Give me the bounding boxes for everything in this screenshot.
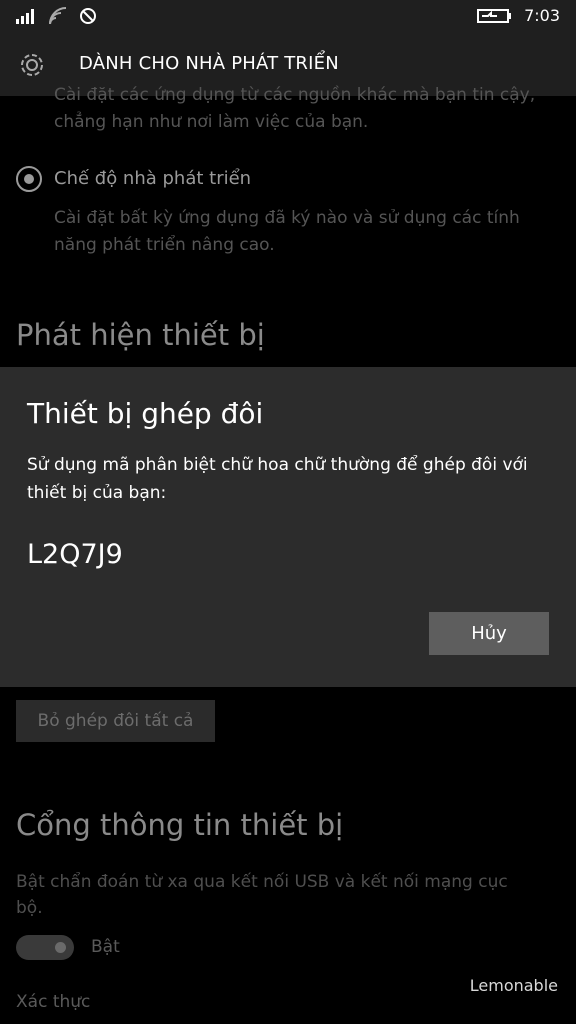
radio-button[interactable] — [16, 166, 42, 192]
sync-icon — [78, 6, 98, 30]
pairing-code: L2Q7J9 — [27, 539, 123, 570]
unpair-all-button[interactable]: Bỏ ghép đôi tất cả — [16, 700, 215, 742]
cancel-button[interactable]: Hủy — [429, 612, 549, 655]
developer-mode-option[interactable]: Chế độ nhà phát triển — [16, 166, 556, 196]
battery-charging-icon — [477, 8, 513, 28]
device-portal-title: Cổng thông tin thiết bị — [16, 808, 344, 842]
sideload-description: Cài đặt các ứng dụng từ các nguồn khác m… — [54, 85, 536, 132]
developer-mode-description: Cài đặt bất kỳ ứng dụng đã ký nào và sử … — [54, 208, 520, 255]
device-portal-description: Bật chẩn đoán từ xa qua kết nối USB và k… — [16, 872, 508, 918]
screen: 7:03 DÀNH CHO NHÀ PHÁT TRIỂN Cài đặt các… — [0, 0, 576, 1024]
developer-mode-label: Chế độ nhà phát triển — [54, 168, 252, 189]
dialog-title: Thiết bị ghép đôi — [27, 397, 264, 430]
radio-selected-dot — [24, 174, 34, 184]
wifi-icon — [48, 6, 70, 30]
dialog-message: Sử dụng mã phân biệt chữ hoa chữ thường … — [27, 455, 528, 503]
gear-icon[interactable] — [16, 49, 48, 85]
toggle-knob — [55, 942, 66, 953]
watermark: Lemonable — [469, 976, 558, 995]
pair-device-dialog: Thiết bị ghép đôi Sử dụng mã phân biệt c… — [0, 367, 576, 687]
status-bar: 7:03 — [0, 0, 576, 32]
signal-icon — [16, 8, 38, 28]
device-discovery-title: Phát hiện thiết bị — [16, 318, 265, 352]
page-title: DÀNH CHO NHÀ PHÁT TRIỂN — [79, 53, 339, 74]
device-portal-toggle[interactable] — [16, 935, 74, 960]
status-time: 7:03 — [524, 6, 560, 25]
toggle-state-label: Bật — [91, 937, 120, 957]
authentication-label: Xác thực — [16, 992, 91, 1012]
